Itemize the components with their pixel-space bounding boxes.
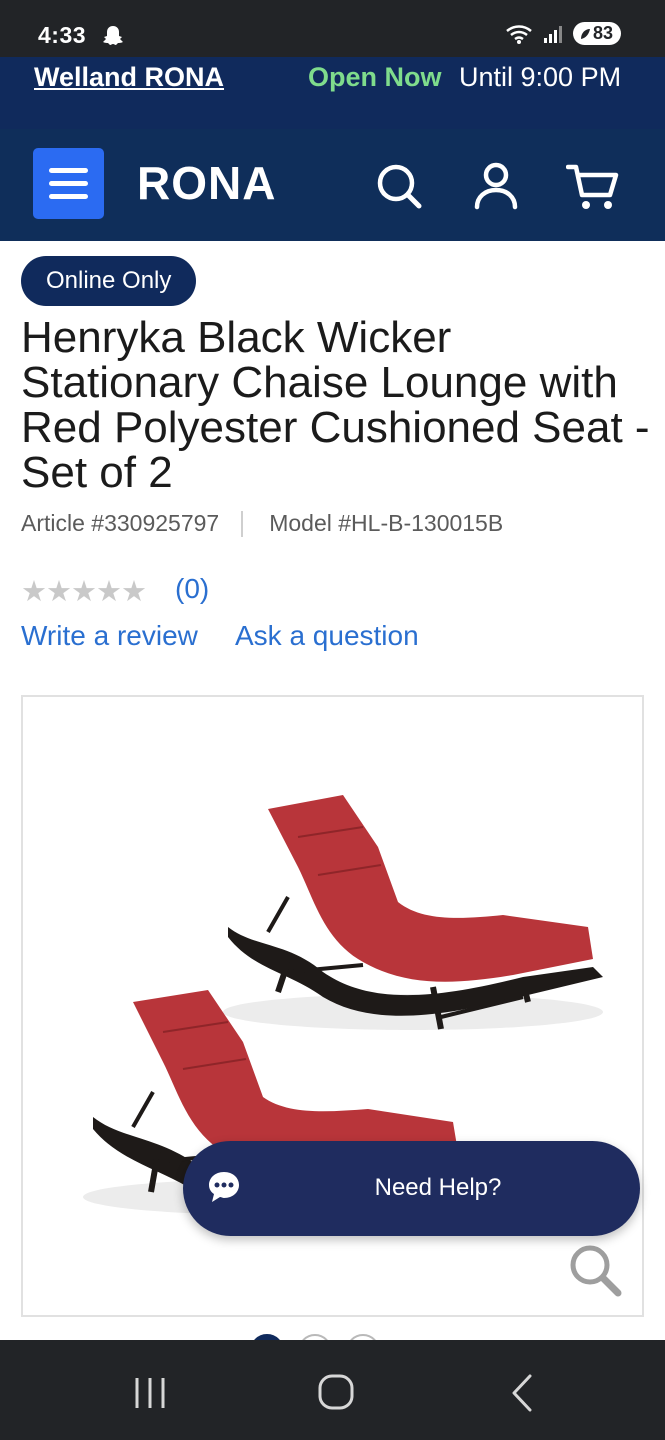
account-icon[interactable]	[471, 161, 521, 211]
write-review-link[interactable]: Write a review	[21, 620, 198, 652]
online-only-badge: Online Only	[21, 256, 197, 306]
signal-icon	[543, 25, 562, 43]
product-title: Henryka Black Wicker Stationary Chaise L…	[21, 313, 650, 497]
home-icon[interactable]	[306, 1368, 366, 1418]
battery-saver-icon	[580, 28, 590, 39]
rating-stars[interactable]: ★★★★★	[21, 574, 147, 609]
need-help-label: Need Help?	[374, 1174, 502, 1201]
product-identifiers: Article #330925797 Model #HL-B-130015B	[21, 510, 503, 537]
status-time: 4:33	[38, 22, 87, 48]
battery-level: 83	[592, 23, 613, 43]
status-bar: 4:33 83	[0, 0, 665, 57]
store-name-link[interactable]: Welland RONA	[34, 62, 224, 93]
menu-button[interactable]	[33, 148, 104, 219]
store-hours: Until 9:00 PM	[459, 62, 622, 92]
article-number: Article #330925797	[21, 510, 220, 536]
cart-icon[interactable]	[566, 161, 622, 211]
snapchat-icon	[103, 26, 123, 45]
open-status: Open Now	[308, 62, 442, 92]
logo-text: RONA	[137, 159, 276, 205]
battery-indicator: 83	[572, 22, 621, 45]
review-count[interactable]: (0)	[175, 573, 209, 605]
rona-logo[interactable]: RONA	[137, 159, 322, 205]
system-nav-bar	[0, 1340, 665, 1440]
divider	[241, 510, 244, 537]
menu-icon	[49, 168, 88, 173]
site-header: RONA	[0, 129, 665, 241]
status-indicators: 83	[505, 22, 621, 45]
back-icon[interactable]	[492, 1368, 552, 1418]
store-bar: Welland RONA Open Now Until 9:00 PM	[0, 57, 665, 129]
model-number: Model #HL-B-130015B	[269, 510, 504, 536]
recent-apps-icon[interactable]	[120, 1368, 180, 1418]
search-icon[interactable]	[374, 161, 424, 211]
zoom-icon[interactable]	[567, 1242, 623, 1298]
need-help-button[interactable]: Need Help?	[183, 1141, 640, 1236]
ask-question-link[interactable]: Ask a question	[235, 620, 419, 652]
wifi-icon	[506, 24, 532, 44]
